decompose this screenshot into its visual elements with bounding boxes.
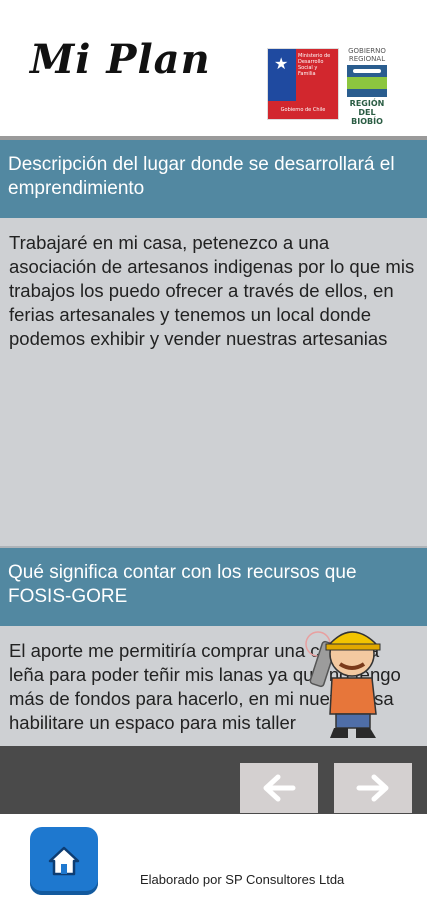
home-button[interactable] (30, 827, 98, 895)
next-button[interactable] (334, 763, 412, 813)
region-map-icon (347, 65, 387, 97)
previous-button[interactable] (240, 763, 318, 813)
chile-star-icon (268, 49, 296, 101)
arrow-right-icon (356, 774, 389, 802)
ministry-logo: Ministerio de Desarrollo Social y Famili… (267, 48, 339, 120)
ministry-logo-sub: Gobierno de Chile (268, 101, 338, 119)
section-body-lugar: Trabajaré en mi casa, petenezco a una as… (0, 218, 427, 548)
section-title-lugar: Descripción del lugar donde se desarroll… (0, 140, 427, 218)
gore-logo-region: REGIÓN DEL BIOBÍO (349, 99, 385, 126)
home-icon (48, 846, 80, 876)
arrow-left-icon (263, 774, 296, 802)
app-title: Mi Plan (30, 36, 211, 83)
worker-mascot-icon (305, 631, 381, 738)
footer-credit: Elaborado por SP Consultores Ltda (140, 872, 345, 887)
ministry-logo-text: Ministerio de Desarrollo Social y Famili… (296, 49, 338, 101)
gore-logo-top: GOBIERNO REGIONAL (348, 47, 386, 63)
section-title-recursos: Qué significa contar con los recursos qu… (0, 548, 427, 626)
gore-logo: GOBIERNO REGIONAL REGIÓN DEL BIOBÍO (344, 47, 390, 126)
app-header: Mi Plan Ministerio de Desarrollo Social … (0, 0, 427, 136)
